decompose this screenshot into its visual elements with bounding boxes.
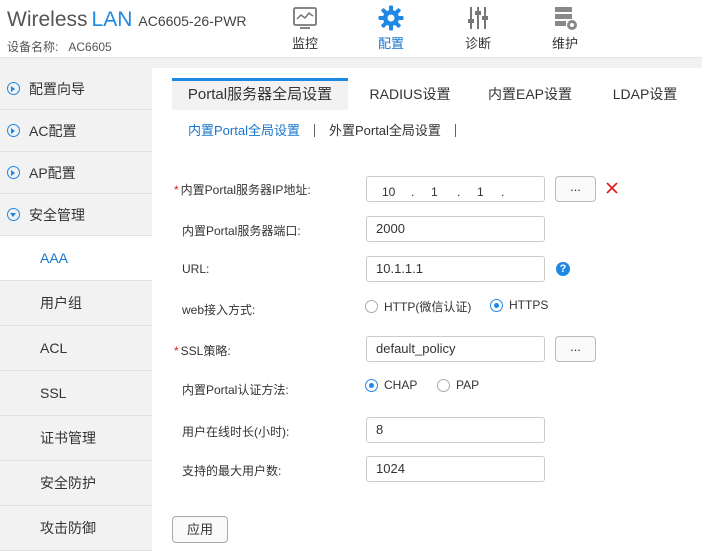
- sidebar-item-label: 配置向导: [29, 80, 85, 97]
- nav-diagnose[interactable]: 诊断: [448, 0, 508, 58]
- ip-octet-4: 1: [385, 195, 392, 201]
- port-label: 内置Portal服务器端口:: [182, 224, 301, 238]
- sidebar-subitem-cert-mgmt[interactable]: 证书管理: [0, 416, 152, 461]
- chevron-down-circle-icon: [7, 208, 20, 221]
- online-time-label: 用户在线时长(小时):: [182, 425, 290, 439]
- subtab-external-portal[interactable]: 外置Portal全局设置: [329, 123, 441, 138]
- ip-octet-2: 1: [431, 185, 438, 199]
- chevron-right-circle-icon: [7, 166, 20, 179]
- sidebar-item-ap-config[interactable]: AP配置: [0, 152, 152, 194]
- radio-http-dot: [365, 300, 378, 313]
- tab-ldap[interactable]: LDAP设置: [600, 78, 690, 110]
- sidebar-subitem-label: AAA: [40, 250, 69, 266]
- web-access-label: web接入方式:: [182, 303, 256, 317]
- port-input[interactable]: 2000: [366, 216, 545, 242]
- ip-address-label-text: 内置Portal服务器IP地址:: [180, 183, 311, 197]
- nav-maintain-label: 维护: [551, 36, 578, 51]
- radio-https-dot: [490, 298, 503, 312]
- monitor-icon: [293, 7, 317, 29]
- sidebar-subitem-ssl[interactable]: SSL: [0, 371, 152, 416]
- url-label: URL:: [182, 262, 210, 276]
- subtab-divider: [454, 124, 456, 137]
- sidebar-subitem-label: 安全防护: [40, 475, 96, 491]
- sidebar-subitem-label: SSL: [40, 385, 67, 401]
- device-model: AC6605-26-PWR: [138, 13, 247, 29]
- apply-button[interactable]: 应用: [172, 516, 228, 543]
- chevron-right-circle-icon: [7, 124, 20, 137]
- nav-config[interactable]: 配置: [361, 0, 421, 58]
- radio-pap[interactable]: PAP: [437, 378, 479, 392]
- radio-chap-dot: [365, 378, 378, 392]
- subtab-bar: 内置Portal全局设置 外置Portal全局设置: [188, 120, 470, 139]
- brand-logo: Wireless LAN AC6605-26-PWR: [7, 8, 247, 32]
- ip-address-label: * 内置Portal服务器IP地址:: [174, 181, 311, 198]
- ssl-browse-button[interactable]: ...: [555, 336, 596, 362]
- ip-browse-button[interactable]: ...: [555, 176, 596, 202]
- sidebar-item-security[interactable]: 安全管理: [0, 194, 152, 236]
- radio-pap-dot: [437, 378, 450, 392]
- tab-bar: Portal服务器全局设置 RADIUS设置 内置EAP设置 LDAP设置: [172, 78, 702, 110]
- radio-http-label: HTTP(微信认证): [384, 300, 472, 314]
- sidebar-subitem-user-group[interactable]: 用户组: [0, 281, 152, 326]
- sidebar-subitem-acl[interactable]: ACL: [0, 326, 152, 371]
- sidebar-subitem-label: 证书管理: [40, 430, 96, 446]
- ip-dot: .: [501, 185, 505, 199]
- main-content: Portal服务器全局设置 RADIUS设置 内置EAP设置 LDAP设置 内置…: [152, 68, 702, 551]
- close-icon[interactable]: [606, 182, 618, 194]
- required-mark: *: [174, 183, 179, 197]
- nav-maintain[interactable]: 维护: [535, 0, 595, 58]
- radio-chap-label: CHAP: [384, 378, 418, 392]
- sidebar: 配置向导 AC配置 AP配置 安全管理 AAA 用户组 ACL SSL 证书管理…: [0, 68, 152, 551]
- help-icon[interactable]: ?: [556, 262, 570, 276]
- sidebar-item-label: AP配置: [29, 164, 76, 181]
- radio-chap[interactable]: CHAP: [365, 378, 417, 392]
- sidebar-item-ac-config[interactable]: AC配置: [0, 110, 152, 152]
- ssl-policy-label-text: SSL策略:: [180, 344, 231, 358]
- sidebar-item-config-wizard[interactable]: 配置向导: [0, 68, 152, 110]
- top-header: Wireless LAN AC6605-26-PWR 设备名称: AC6605 监控: [0, 0, 702, 58]
- subtab-builtin-portal[interactable]: 内置Portal全局设置: [188, 123, 300, 138]
- max-users-input[interactable]: 1024: [366, 456, 545, 482]
- ip-dot: .: [457, 185, 461, 199]
- device-name-label: 设备名称:: [7, 40, 59, 54]
- tab-radius[interactable]: RADIUS设置: [360, 78, 460, 110]
- ssl-policy-input[interactable]: default_policy: [366, 336, 545, 362]
- sidebar-subitem-security-protect[interactable]: 安全防护: [0, 461, 152, 506]
- subtab-divider: [313, 124, 315, 137]
- device-name-value: AC6605: [68, 40, 112, 54]
- sidebar-subitem-label: ACL: [40, 340, 68, 356]
- sidebar-subitem-aaa[interactable]: AAA: [0, 236, 152, 281]
- ip-octet-3: 1: [477, 185, 484, 199]
- brand-word: Wireless: [7, 8, 88, 31]
- brand-lan: LAN: [91, 8, 133, 31]
- server-gear-icon: [555, 7, 577, 30]
- nav-monitor-label: 监控: [291, 36, 318, 51]
- radio-http[interactable]: HTTP(微信认证): [365, 298, 471, 315]
- chevron-right-circle-icon: [7, 82, 20, 95]
- ssl-policy-label: * SSL策略:: [174, 342, 231, 359]
- auth-method-label: 内置Portal认证方法:: [182, 383, 289, 397]
- radio-https-label: HTTPS: [509, 298, 549, 312]
- tab-eap[interactable]: 内置EAP设置: [480, 78, 580, 110]
- required-mark: *: [174, 344, 179, 358]
- radio-pap-label: PAP: [456, 378, 480, 392]
- tab-portal-global[interactable]: Portal服务器全局设置: [172, 78, 348, 110]
- sidebar-item-label: 安全管理: [29, 206, 85, 223]
- sidebar-subitem-attack-defense[interactable]: 攻击防御: [0, 506, 152, 551]
- sliders-icon: [468, 7, 488, 29]
- ip-address-input[interactable]: 10 . 1 . 1 . 1: [366, 176, 545, 202]
- ip-dot: .: [411, 185, 415, 199]
- sidebar-item-label: AC配置: [29, 122, 77, 139]
- device-name-row: 设备名称: AC6605: [7, 38, 112, 55]
- nav-monitor[interactable]: 监控: [275, 0, 335, 58]
- nav-diagnose-label: 诊断: [464, 36, 491, 51]
- sidebar-subitem-label: 用户组: [40, 295, 82, 311]
- sidebar-subitem-label: 攻击防御: [40, 520, 96, 536]
- url-input[interactable]: 10.1.1.1: [366, 256, 545, 282]
- max-users-label: 支持的最大用户数:: [182, 464, 282, 478]
- online-time-input[interactable]: 8: [366, 417, 545, 443]
- gear-icon: [378, 5, 404, 31]
- radio-https[interactable]: HTTPS: [490, 298, 548, 312]
- nav-config-label: 配置: [377, 36, 404, 51]
